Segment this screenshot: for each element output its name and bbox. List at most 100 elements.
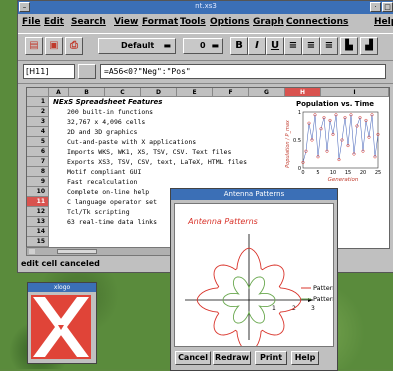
x-tick-label: 10 xyxy=(330,170,336,176)
print-button[interactable]: Print xyxy=(255,351,287,365)
minimize-button[interactable]: · xyxy=(370,2,381,12)
size-value: 0 xyxy=(200,41,206,50)
cell[interactable]: Tcl/Tk scripting xyxy=(67,207,130,217)
formula-button[interactable] xyxy=(78,64,96,79)
cell[interactable]: 32,767 x 4,096 cells xyxy=(67,117,145,127)
row-header-selected[interactable]: 11 xyxy=(27,197,49,207)
status-message: edit cell canceled xyxy=(21,259,100,268)
maximize-button[interactable]: □ xyxy=(382,2,393,12)
cell[interactable]: Cut-and-paste with X applications xyxy=(67,137,196,147)
font-value: Default xyxy=(121,41,155,50)
row-header[interactable]: 3 xyxy=(27,117,49,127)
row-header[interactable]: 4 xyxy=(27,127,49,137)
column-header[interactable]: E xyxy=(177,88,213,97)
dialog-title[interactable]: Antenna Patterns xyxy=(171,189,337,200)
menu-graph[interactable]: Graph xyxy=(253,17,284,27)
cell[interactable]: Imports WKS, WK1, XS, TSV, CSV. Text fil… xyxy=(67,147,231,157)
row-header[interactable]: 5 xyxy=(27,137,49,147)
row-header[interactable]: 1 xyxy=(27,97,49,107)
formula-input[interactable]: =A56<0?"Neg":"Pos" xyxy=(100,64,386,79)
window-title: nt.xs3 xyxy=(195,2,217,10)
column-header[interactable]: I xyxy=(321,88,389,97)
row-header[interactable]: 12 xyxy=(27,207,49,217)
row-header[interactable]: 15 xyxy=(27,237,49,247)
column-header-selected[interactable]: H xyxy=(285,88,321,97)
antenna-dialog: Antenna Patterns Antenna Patterns 1 2 3 … xyxy=(170,188,343,371)
menu-format[interactable]: Format xyxy=(142,17,178,27)
row-header[interactable]: 9 xyxy=(27,177,49,187)
row-header[interactable]: 13 xyxy=(27,217,49,227)
cell[interactable]: Fast recalculation xyxy=(67,177,137,187)
column-header[interactable]: D xyxy=(141,88,177,97)
xlogo-window: xlogo xyxy=(27,282,97,364)
cell[interactable]: 63 real-time data links xyxy=(67,217,157,227)
x-tick-label: 0 xyxy=(301,170,304,176)
cell[interactable]: Exports XS3, TSV, CSV, text, LaTeX, HTML… xyxy=(67,157,247,167)
row-header[interactable]: 10 xyxy=(27,187,49,197)
title-bar[interactable]: – nt.xs3 · □ xyxy=(18,1,393,14)
row-header[interactable]: 2 xyxy=(27,107,49,117)
cancel-button[interactable]: Cancel xyxy=(175,351,211,365)
align-right-icon[interactable]: ≡ xyxy=(320,37,338,55)
column-header[interactable]: G xyxy=(249,88,285,97)
chart-icon[interactable]: ▙ xyxy=(340,37,358,55)
menu-search[interactable]: Search xyxy=(71,17,106,27)
x-logo-graphic xyxy=(33,297,89,357)
corner-header[interactable] xyxy=(27,88,49,97)
align-left-icon[interactable]: ≡ xyxy=(284,37,302,55)
menu-file[interactable]: File xyxy=(22,17,40,27)
cell[interactable]: Motif compliant GUI xyxy=(67,167,141,177)
chevron-down-icon: ▬ xyxy=(211,41,219,50)
cell[interactable]: C language operator set xyxy=(67,197,157,207)
antenna-plot: Antenna Patterns 1 2 3 Pattern 1 Pattern… xyxy=(185,217,343,353)
y-tick-label: 0.5 xyxy=(293,138,301,144)
entry-row: [H11] =A56<0?"Neg":"Pos" xyxy=(18,61,393,84)
size-select[interactable]: 0 ▬ xyxy=(183,38,223,54)
save-file-icon[interactable]: ▣ xyxy=(45,37,63,55)
x-tick-label: 5 xyxy=(316,170,319,176)
help-button[interactable]: Help xyxy=(291,351,319,365)
column-header[interactable]: A xyxy=(49,88,69,97)
cell[interactable]: Complete on-line help xyxy=(67,187,149,197)
open-file-icon[interactable]: ▤ xyxy=(25,37,43,55)
row-header[interactable]: 14 xyxy=(27,227,49,237)
redraw-button[interactable]: Redraw xyxy=(213,351,251,365)
italic-button[interactable]: I xyxy=(248,37,266,55)
underline-button[interactable]: U xyxy=(266,37,284,55)
menu-tools[interactable]: Tools xyxy=(180,17,206,27)
scroll-left-icon[interactable] xyxy=(29,249,35,254)
population-chart[interactable]: Population vs. Time Population / P_max G… xyxy=(283,98,383,184)
row-header[interactable]: 6 xyxy=(27,147,49,157)
cell[interactable]: 200 built-in functions xyxy=(67,107,153,117)
column-header[interactable]: C xyxy=(105,88,141,97)
y-tick-label: 1 xyxy=(298,110,301,116)
menu-connections[interactable]: Connections xyxy=(286,17,348,27)
menu-view[interactable]: View xyxy=(114,17,138,27)
x-tick-label: 20 xyxy=(360,170,366,176)
menu-options[interactable]: Options xyxy=(210,17,249,27)
horizontal-scrollbar[interactable] xyxy=(26,247,194,256)
column-header[interactable]: F xyxy=(213,88,249,97)
toolbar: ▤ ▣ ⎙ Default ▬ 0 ▬ B I U ≡ ≡ ≡ ▙ ▟ xyxy=(18,33,393,61)
xlogo-title[interactable]: xlogo xyxy=(28,283,96,292)
column-header[interactable]: B xyxy=(69,88,105,97)
font-select[interactable]: Default ▬ xyxy=(98,38,176,54)
axis-label-3: 3 xyxy=(311,305,315,312)
print-icon[interactable]: ⎙ xyxy=(65,37,83,55)
chart-wizard-icon[interactable]: ▟ xyxy=(360,37,378,55)
cell-heading[interactable]: NExS Spreadsheet Features xyxy=(53,97,162,107)
row-header[interactable]: 8 xyxy=(27,167,49,177)
x-logo-icon xyxy=(31,295,91,359)
bold-button[interactable]: B xyxy=(230,37,248,55)
menu-help[interactable]: Help xyxy=(374,17,393,27)
cell[interactable]: 2D and 3D graphics xyxy=(67,127,137,137)
menu-edit[interactable]: Edit xyxy=(44,17,64,27)
y-tick-label: 0 xyxy=(298,166,301,172)
menu-bar: File Edit Search View Format Tools Optio… xyxy=(18,15,393,31)
axis-label-1: 1 xyxy=(272,305,276,312)
align-center-icon[interactable]: ≡ xyxy=(302,37,320,55)
scroll-thumb[interactable] xyxy=(57,249,97,254)
row-header[interactable]: 7 xyxy=(27,157,49,167)
cell-reference-field[interactable]: [H11] xyxy=(23,64,75,79)
series-line xyxy=(302,114,379,163)
